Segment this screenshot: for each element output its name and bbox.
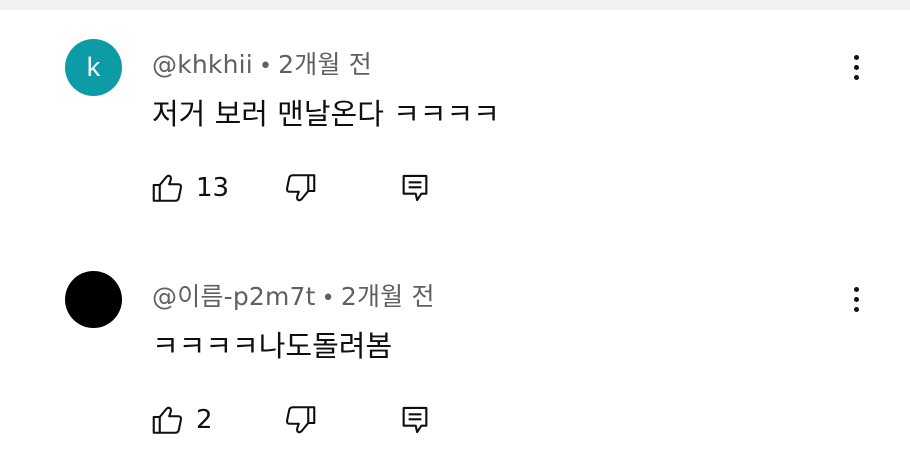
- author-name[interactable]: @khkhii: [152, 50, 253, 79]
- meta-separator: •: [321, 286, 335, 311]
- like-count: 2: [196, 405, 213, 435]
- reply-button[interactable]: [398, 400, 432, 440]
- thumbs-down-icon: [285, 174, 316, 202]
- author-name[interactable]: @이름-p2m7t: [152, 282, 316, 311]
- more-vert-icon: [853, 286, 859, 292]
- reply-icon: [402, 406, 428, 434]
- comment-time: 2개월 전: [340, 282, 435, 311]
- thumbs-up-icon: [152, 174, 183, 202]
- comment-text: 저거 보러 맨날온다 ㅋㅋㅋㅋ: [152, 97, 500, 131]
- more-options-button[interactable]: [842, 279, 870, 319]
- more-options-button[interactable]: [842, 47, 870, 87]
- like-button[interactable]: 2: [150, 400, 213, 440]
- meta-separator: •: [258, 54, 273, 79]
- more-vert-icon-dot: [853, 306, 859, 312]
- comment-actions: 2: [150, 400, 450, 440]
- comment-time: 2개월 전: [278, 50, 372, 79]
- comment-actions: 13: [150, 168, 450, 208]
- more-vert-icon-dot: [853, 64, 859, 70]
- avatar-letter: k: [86, 52, 101, 82]
- more-vert-icon: [853, 54, 859, 60]
- avatar[interactable]: k: [65, 39, 122, 96]
- thumbs-down-icon: [285, 406, 316, 434]
- like-button[interactable]: 13: [150, 168, 229, 208]
- comment-meta: @khkhii • 2개월 전: [152, 45, 372, 81]
- like-count: 13: [196, 173, 230, 203]
- more-vert-icon-dot: [853, 74, 859, 80]
- comment-meta: @이름-p2m7t • 2개월 전: [152, 277, 435, 313]
- reply-button[interactable]: [398, 168, 432, 208]
- dislike-button[interactable]: [282, 168, 318, 208]
- more-vert-icon-dot: [853, 296, 859, 302]
- thumbs-up-icon: [152, 406, 183, 434]
- comment-text: ㅋㅋㅋㅋ나도돌려봄: [152, 329, 393, 363]
- avatar[interactable]: [65, 271, 122, 328]
- reply-icon: [402, 174, 428, 202]
- dislike-button[interactable]: [282, 400, 318, 440]
- comment-item: @이름-p2m7t • 2개월 전 ㅋㅋㅋㅋ나도돌려봄 2: [0, 232, 910, 435]
- comment-item: k @khkhii • 2개월 전 저거 보러 맨날온다 ㅋㅋㅋㅋ 13: [0, 0, 910, 203]
